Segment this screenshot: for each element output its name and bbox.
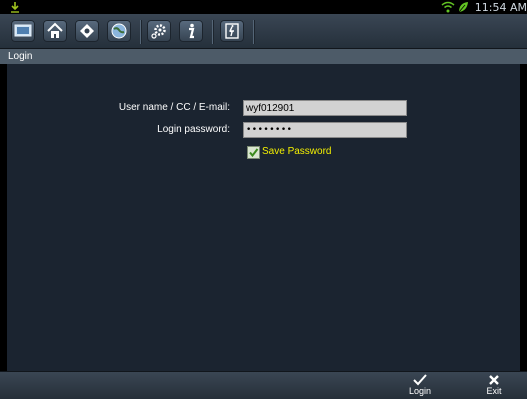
toolbar-divider bbox=[140, 20, 141, 44]
settings-button[interactable] bbox=[147, 20, 171, 42]
monitor-button[interactable] bbox=[11, 20, 35, 42]
checkmark-icon bbox=[249, 148, 259, 158]
close-icon bbox=[489, 375, 499, 385]
download-notification-icon bbox=[11, 2, 19, 13]
logout-icon bbox=[225, 23, 239, 39]
info-button[interactable] bbox=[179, 20, 203, 42]
info-icon bbox=[189, 23, 195, 39]
home-icon bbox=[47, 22, 63, 38]
save-password-checkbox[interactable] bbox=[247, 146, 260, 159]
page-title: Login bbox=[8, 51, 33, 62]
toolbar bbox=[0, 14, 527, 49]
password-label: Login password: bbox=[157, 124, 230, 135]
check-icon bbox=[413, 374, 427, 386]
globe-button[interactable] bbox=[107, 20, 131, 42]
login-button-label: Login bbox=[408, 386, 432, 396]
wifi-icon bbox=[441, 1, 455, 13]
username-input[interactable] bbox=[243, 100, 407, 116]
logout-button[interactable] bbox=[220, 20, 244, 42]
battery-saver-icon bbox=[458, 2, 468, 13]
ptz-control-button[interactable] bbox=[75, 20, 99, 42]
clock: 11:54 AM bbox=[474, 0, 527, 14]
toolbar-divider bbox=[253, 20, 254, 44]
save-password-label[interactable]: Save Password bbox=[262, 145, 331, 158]
monitor-icon bbox=[14, 24, 32, 37]
globe-icon bbox=[111, 23, 127, 39]
login-button[interactable]: Login bbox=[400, 374, 440, 399]
bottom-action-bar: Login Exit bbox=[0, 371, 527, 399]
exit-button[interactable]: Exit bbox=[474, 374, 514, 399]
exit-button-label: Exit bbox=[486, 386, 502, 396]
home-button[interactable] bbox=[43, 20, 67, 42]
login-form: User name / CC / E-mail: Login password:… bbox=[7, 64, 520, 371]
password-input[interactable]: •••••••• bbox=[243, 122, 407, 138]
page-title-bar: Login bbox=[0, 49, 527, 64]
settings-icon bbox=[151, 24, 166, 39]
username-label: User name / CC / E-mail: bbox=[118, 102, 230, 113]
toolbar-divider bbox=[212, 20, 213, 44]
ptz-control-icon bbox=[80, 24, 94, 38]
status-bar: 11:54 AM bbox=[0, 0, 527, 14]
